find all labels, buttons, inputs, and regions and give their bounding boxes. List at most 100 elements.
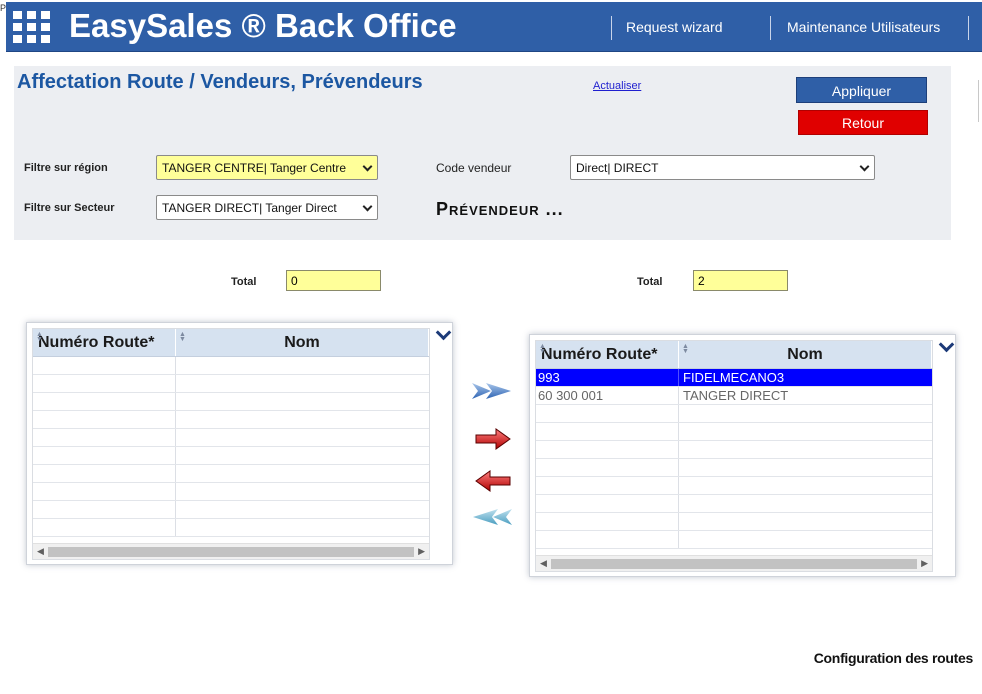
name-cell — [679, 495, 932, 512]
move-right-icon[interactable] — [474, 428, 512, 450]
move-all-right-icon[interactable] — [471, 380, 513, 402]
route-number-cell — [536, 477, 679, 494]
sort-icon: ▲ ▼ — [179, 331, 186, 343]
scroll-left-icon[interactable]: ◀ — [37, 546, 44, 557]
vendor-select-value: Direct| DIRECT — [576, 161, 659, 175]
route-number-cell — [33, 447, 176, 464]
empty-table-row — [536, 441, 932, 459]
apps-grid-icon[interactable] — [13, 11, 50, 44]
vendor-code-label: Code vendeur — [436, 161, 512, 175]
region-select[interactable]: TANGER CENTRE| Tanger Centre — [156, 155, 378, 180]
route-number-cell — [33, 393, 176, 410]
empty-table-row — [33, 393, 429, 411]
sector-filter-label: Filtre sur Secteur — [24, 202, 115, 214]
name-cell — [679, 513, 932, 530]
grid-header: ▲ ▼ Numéro Route* ▲ ▼ Nom — [33, 329, 429, 357]
move-all-left-icon[interactable] — [471, 506, 513, 528]
grid-body: 993 FIDELMECANO3 60 300 001 TANGER DIRECT — [536, 369, 932, 553]
column-header-name[interactable]: ▲ ▼ Nom — [176, 329, 429, 356]
name-cell — [176, 483, 429, 500]
vendor-code-select[interactable]: Direct| DIRECT — [570, 155, 875, 180]
column-header-route[interactable]: ▲ ▼ Numéro Route* — [33, 329, 176, 356]
apply-button[interactable]: Appliquer — [796, 77, 927, 103]
footer-configuration: Configuration des routes — [813, 650, 974, 666]
refresh-link[interactable]: Actualiser — [593, 80, 641, 92]
column-route-label: Numéro Route* — [38, 334, 155, 351]
name-cell — [176, 375, 429, 392]
route-number-cell — [33, 411, 176, 428]
grid-viewport: ▲ ▼ Numéro Route* ▲ ▼ Nom ◀ ▶ — [32, 328, 430, 560]
sort-icon: ▲ ▼ — [682, 343, 689, 355]
empty-table-row — [33, 465, 429, 483]
back-button[interactable]: Retour — [798, 110, 928, 135]
sort-icon: ▲ ▼ — [36, 331, 43, 343]
table-row[interactable]: 993 FIDELMECANO3 — [536, 369, 932, 387]
name-cell — [176, 411, 429, 428]
route-number-cell — [33, 465, 176, 482]
grid-viewport: ▲ ▼ Numéro Route* ▲ ▼ Nom 993 FIDELMECANO3 6… — [535, 340, 933, 572]
empty-table-row — [33, 519, 429, 537]
name-cell — [679, 477, 932, 494]
empty-table-row — [33, 429, 429, 447]
nav-request-wizard[interactable]: Request wizard — [626, 19, 723, 35]
scroll-right-icon[interactable]: ▶ — [921, 558, 928, 569]
horizontal-scrollbar[interactable]: ◀ ▶ — [536, 555, 932, 571]
empty-table-row — [33, 483, 429, 501]
nav-separator — [770, 16, 771, 40]
name-cell — [176, 447, 429, 464]
sort-icon: ▲ ▼ — [539, 343, 546, 355]
page-title: Affectation Route / Vendeurs, Prévendeur… — [17, 71, 423, 93]
route-number-cell: 993 — [536, 369, 679, 386]
empty-table-row — [536, 513, 932, 531]
name-cell — [679, 441, 932, 458]
route-number-cell — [33, 375, 176, 392]
name-cell — [176, 393, 429, 410]
assigned-routes-grid: ▲ ▼ Numéro Route* ▲ ▼ Nom 993 FIDELMECANO3 6… — [529, 334, 956, 577]
chevron-down-icon — [362, 201, 373, 212]
column-chooser-icon[interactable] — [940, 342, 952, 352]
column-header-name[interactable]: ▲ ▼ Nom — [679, 341, 932, 368]
route-number-cell — [536, 495, 679, 512]
name-cell — [176, 501, 429, 518]
route-number-cell — [536, 459, 679, 476]
route-number-cell — [536, 531, 679, 548]
right-total-field: 2 — [693, 270, 788, 291]
section-heading: Prévendeur ... — [436, 199, 564, 219]
sector-select[interactable]: TANGER DIRECT| Tanger Direct — [156, 195, 378, 220]
filter-panel: Affectation Route / Vendeurs, Prévendeur… — [14, 66, 951, 240]
scroll-left-icon[interactable]: ◀ — [540, 558, 547, 569]
scroll-right-icon[interactable]: ▶ — [418, 546, 425, 557]
nav-maintenance-utilisateurs[interactable]: Maintenance Utilisateurs — [787, 19, 940, 35]
route-number-cell — [536, 423, 679, 440]
route-number-cell — [536, 513, 679, 530]
table-row[interactable]: 60 300 001 TANGER DIRECT — [536, 387, 932, 405]
empty-table-row — [33, 357, 429, 375]
nav-separator — [968, 16, 969, 40]
available-routes-grid: ▲ ▼ Numéro Route* ▲ ▼ Nom ◀ ▶ — [26, 322, 453, 565]
column-name-label: Nom — [284, 334, 320, 351]
empty-table-row — [536, 423, 932, 441]
empty-table-row — [536, 477, 932, 495]
top-header: EasySales ® Back Office Request wizard M… — [6, 2, 982, 52]
left-total-field: 0 — [286, 270, 381, 291]
move-left-icon[interactable] — [474, 470, 512, 492]
nav-separator — [611, 16, 612, 40]
route-number-cell: 60 300 001 — [536, 387, 679, 404]
name-cell: FIDELMECANO3 — [683, 370, 785, 385]
column-chooser-icon[interactable] — [437, 330, 449, 340]
route-number-cell — [33, 429, 176, 446]
name-cell — [679, 459, 932, 476]
name-cell — [176, 519, 429, 536]
name-cell — [176, 357, 429, 374]
empty-table-row — [33, 501, 429, 519]
region-select-value: TANGER CENTRE| Tanger Centre — [162, 161, 347, 175]
empty-table-row — [536, 459, 932, 477]
region-filter-label: Filtre sur région — [24, 162, 108, 174]
scrollbar-thumb[interactable] — [48, 547, 414, 557]
scrollbar-thumb[interactable] — [551, 559, 917, 569]
sector-select-value: TANGER DIRECT| Tanger Direct — [162, 201, 337, 215]
horizontal-scrollbar[interactable]: ◀ ▶ — [33, 543, 429, 559]
grid-body — [33, 357, 429, 541]
column-header-route[interactable]: ▲ ▼ Numéro Route* — [536, 341, 679, 368]
edge-strip — [978, 80, 982, 122]
